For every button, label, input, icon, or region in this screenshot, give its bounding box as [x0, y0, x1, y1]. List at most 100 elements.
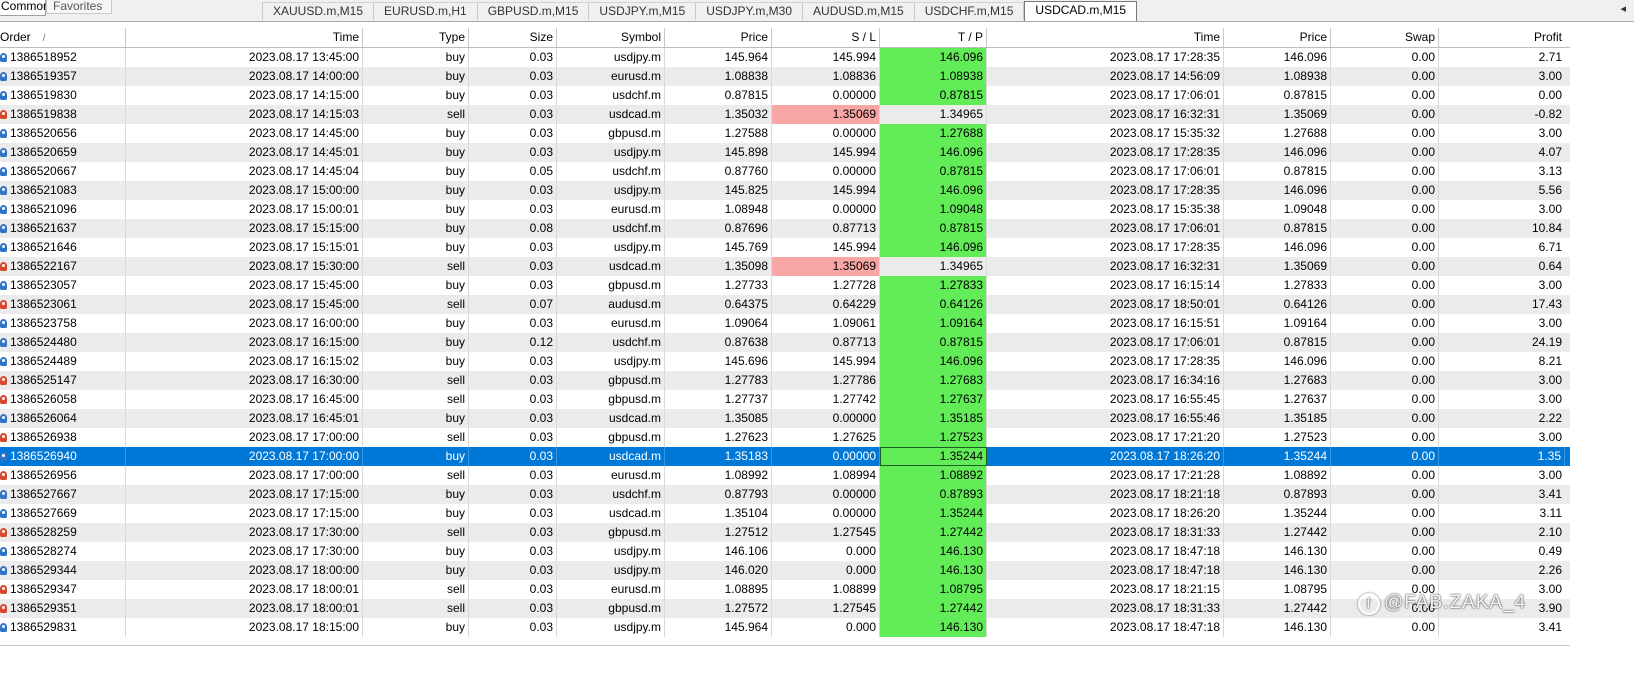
buy-order-icon	[0, 318, 8, 329]
column-header[interactable]: Swap	[1331, 28, 1439, 47]
column-header[interactable]: Time	[126, 28, 363, 47]
order-type-cell: buy	[363, 504, 469, 523]
table-row[interactable]: 1386529351 2023.08.17 18:00:01 sell 0.03 gbp…	[0, 599, 1570, 618]
size-cell: 0.08	[469, 219, 557, 238]
order-id-text: 1386519838	[10, 107, 77, 121]
table-row[interactable]: 1386518952 2023.08.17 13:45:00 buy 0.03 usdj…	[0, 48, 1570, 67]
table-row[interactable]: 1386526064 2023.08.17 16:45:01 buy 0.03 usdc…	[0, 409, 1570, 428]
profit-cell: 3.00	[1538, 430, 1562, 444]
buy-order-icon	[0, 451, 8, 462]
chart-tab[interactable]: EURUSD.m,H1	[374, 2, 478, 20]
order-type-cell: sell	[363, 371, 469, 390]
chart-tab[interactable]: AUDUSD.m,M15	[803, 2, 915, 20]
table-row[interactable]: 1386528274 2023.08.17 17:30:00 buy 0.03 usdj…	[0, 542, 1570, 561]
open-time-cell: 2023.08.17 17:30:00	[126, 542, 363, 561]
table-row[interactable]: 1386529347 2023.08.17 18:00:01 sell 0.03 eur…	[0, 580, 1570, 599]
close-time-cell: 2023.08.17 15:35:38	[987, 200, 1224, 219]
profit-cell: 3.41	[1538, 487, 1562, 501]
table-row[interactable]: 1386524489 2023.08.17 16:15:02 buy 0.03 usdj…	[0, 352, 1570, 371]
order-type-cell: buy	[363, 162, 469, 181]
chart-tab[interactable]: USDCHF.m,M15	[914, 2, 1025, 20]
table-row[interactable]: 1386520659 2023.08.17 14:45:01 buy 0.03 usdj…	[0, 143, 1570, 162]
order-id-text: 1386526064	[10, 411, 77, 425]
profit-cell: 3.00	[1538, 202, 1562, 216]
stop-loss-cell: 0.00000	[772, 485, 880, 504]
table-row[interactable]: 1386523057 2023.08.17 15:45:00 buy 0.03 gbpu…	[0, 276, 1570, 295]
open-price-cell: 146.106	[665, 542, 772, 561]
table-row[interactable]: 1386521637 2023.08.17 15:15:00 buy 0.08 usdc…	[0, 219, 1570, 238]
profit-cell: 1.35	[1439, 447, 1565, 466]
order-id-text: 1386526058	[10, 392, 77, 406]
table-row[interactable]: 1386526940 2023.08.17 17:00:00 buy 0.03 usdc…	[0, 447, 1570, 466]
table-row[interactable]: 1386519838 2023.08.17 14:15:03 sell 0.03 usd…	[0, 105, 1570, 124]
table-row[interactable]: 1386520656 2023.08.17 14:45:00 buy 0.03 gbpu…	[0, 124, 1570, 143]
profit-cell: 0.00	[1538, 88, 1562, 102]
open-time-cell: 2023.08.17 16:45:00	[126, 390, 363, 409]
order-type-cell: sell	[363, 599, 469, 618]
open-price-cell: 145.964	[665, 48, 772, 67]
chart-tab[interactable]: USDCAD.m,M15	[1024, 1, 1138, 21]
order-id-cell: 1386528274	[0, 542, 126, 561]
table-row[interactable]: 1386519830 2023.08.17 14:15:00 buy 0.03 usdc…	[0, 86, 1570, 105]
column-header[interactable]: Symbol	[557, 28, 665, 47]
column-header[interactable]: S / L	[772, 28, 880, 47]
table-row[interactable]: 1386523061 2023.08.17 15:45:00 sell 0.07 aud…	[0, 295, 1570, 314]
close-time-cell: 2023.08.17 16:15:14	[987, 276, 1224, 295]
column-header[interactable]: Order /	[0, 28, 126, 47]
table-row[interactable]: 1386523758 2023.08.17 16:00:00 buy 0.03 euru…	[0, 314, 1570, 333]
table-row[interactable]: 1386524480 2023.08.17 16:15:00 buy 0.12 usdc…	[0, 333, 1570, 352]
table-row[interactable]: 1386522167 2023.08.17 15:30:00 sell 0.03 usd…	[0, 257, 1570, 276]
column-header[interactable]: Size	[469, 28, 557, 47]
chart-tab[interactable]: GBPUSD.m,M15	[477, 2, 590, 20]
chart-tab[interactable]: USDJPY.m,M15	[589, 2, 697, 20]
column-header[interactable]: Type	[363, 28, 469, 47]
table-row[interactable]: 1386526956 2023.08.17 17:00:00 sell 0.03 eur…	[0, 466, 1570, 485]
symbol-cell: gbpusd.m	[557, 371, 665, 390]
table-row[interactable]: 1386528259 2023.08.17 17:30:00 sell 0.03 gbp…	[0, 523, 1570, 542]
swap-cell: 0.00	[1331, 86, 1439, 105]
size-cell: 0.03	[469, 181, 557, 200]
table-row[interactable]: 1386527669 2023.08.17 17:15:00 buy 0.03 usdc…	[0, 504, 1570, 523]
table-row[interactable]: 1386521646 2023.08.17 15:15:01 buy 0.03 usdj…	[0, 238, 1570, 257]
column-header[interactable]: Price	[665, 28, 772, 47]
chart-tab[interactable]: USDJPY.m,M30	[696, 2, 804, 20]
table-row[interactable]: 1386526938 2023.08.17 17:00:00 sell 0.03 gbp…	[0, 428, 1570, 447]
swap-cell: 0.00	[1331, 238, 1439, 257]
column-header[interactable]: Time	[987, 28, 1224, 47]
tab-common[interactable]: Common	[0, 0, 50, 16]
table-row[interactable]: 1386529344 2023.08.17 18:00:00 buy 0.03 usdj…	[0, 561, 1570, 580]
column-header[interactable]: T / P	[880, 28, 987, 47]
column-header[interactable]: Price	[1224, 28, 1331, 47]
take-profit-cell: 146.096	[880, 143, 987, 162]
close-price-cell: 0.87815	[1224, 333, 1331, 352]
close-price-cell: 1.27688	[1224, 124, 1331, 143]
chart-tab[interactable]: XAUUSD.m,M15	[262, 2, 375, 20]
profit-cell: 3.00	[1538, 316, 1562, 330]
take-profit-cell: 1.08795	[880, 580, 987, 599]
table-row[interactable]: 1386521096 2023.08.17 15:00:01 buy 0.03 euru…	[0, 200, 1570, 219]
order-type-cell: buy	[363, 352, 469, 371]
open-time-cell: 2023.08.17 14:45:04	[126, 162, 363, 181]
order-type-cell: buy	[363, 409, 469, 428]
order-id-text: 1386525147	[10, 373, 77, 387]
table-row[interactable]: 1386525147 2023.08.17 16:30:00 sell 0.03 gbp…	[0, 371, 1570, 390]
symbol-cell: usdcad.m	[557, 257, 665, 276]
tab-favorites[interactable]: Favorites	[46, 0, 112, 14]
table-row[interactable]: 1386519357 2023.08.17 14:00:00 buy 0.03 euru…	[0, 67, 1570, 86]
close-price-cell: 1.27442	[1224, 599, 1331, 618]
table-row[interactable]: 1386527667 2023.08.17 17:15:00 buy 0.03 usdc…	[0, 485, 1570, 504]
table-row[interactable]: 1386520667 2023.08.17 14:45:04 buy 0.05 usdc…	[0, 162, 1570, 181]
column-header-label: Profit	[1533, 30, 1562, 44]
buy-order-icon	[0, 90, 8, 101]
open-price-cell: 1.35085	[665, 409, 772, 428]
stop-loss-cell: 145.994	[772, 352, 880, 371]
tab-scroll-left-icon[interactable]: ◂	[1620, 2, 1626, 15]
symbol-cell: usdjpy.m	[557, 48, 665, 67]
column-header[interactable]: Profit	[1439, 28, 1565, 47]
order-id-text: 1386526938	[10, 430, 77, 444]
table-row[interactable]: 1386521083 2023.08.17 15:00:00 buy 0.03 usdj…	[0, 181, 1570, 200]
size-cell: 0.03	[469, 276, 557, 295]
table-row[interactable]: 1386526058 2023.08.17 16:45:00 sell 0.03 gbp…	[0, 390, 1570, 409]
table-row[interactable]: 1386529831 2023.08.17 18:15:00 buy 0.03 usdj…	[0, 618, 1570, 637]
order-id-cell: 1386526938	[0, 428, 126, 447]
